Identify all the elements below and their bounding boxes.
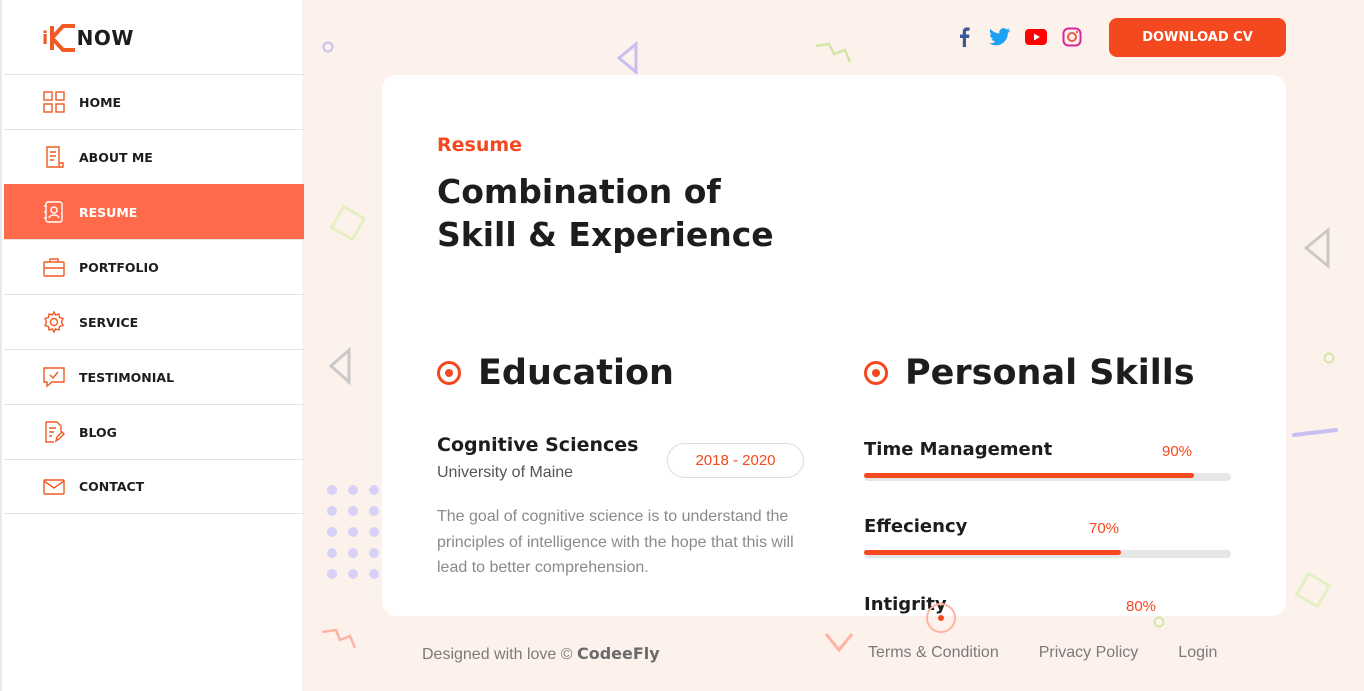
facebook-icon[interactable] [953, 26, 975, 48]
skill-percent: 80% [1126, 598, 1157, 615]
footer-credit: Designed with love © CodeeFly [422, 644, 660, 664]
nav-item-label: CONTACT [79, 479, 145, 494]
grid-icon [43, 91, 65, 113]
skill-progress-fill [864, 473, 1194, 478]
nav-item-testimonial[interactable]: TESTIMONIAL [4, 349, 304, 404]
page-title-line-1: Combination of [437, 172, 721, 211]
skills-title: Personal Skills [905, 353, 1195, 393]
education-years-badge: 2018 - 2020 [667, 443, 804, 478]
nav-item-blog[interactable]: BLOG [4, 404, 304, 459]
social-links [953, 26, 1083, 48]
mail-icon [43, 478, 65, 495]
section-eyebrow: Resume [437, 134, 523, 156]
briefcase-icon [43, 258, 65, 277]
nav-item-label: RESUME [79, 204, 138, 220]
skill-percent: 90% [1162, 443, 1193, 460]
footer-links: Terms & Condition Privacy Policy Login [868, 644, 1217, 662]
skill-item: Time Management 90% [864, 439, 1231, 481]
nav-item-label: TESTIMONIAL [79, 369, 175, 385]
skill-percent: 70% [1089, 520, 1120, 537]
nav-item-label: ABOUT ME [79, 149, 153, 165]
document-icon [46, 146, 64, 168]
main-nav: HOME ABOUT ME RESUME PORTFOLIO SERVICE T… [4, 74, 304, 514]
logo-i: i [42, 27, 49, 49]
youtube-icon[interactable] [1025, 26, 1047, 48]
page-title: Combination of Skill & Experience [437, 170, 857, 256]
page-title-line-2: Skill & Experience [437, 215, 774, 254]
footer-link-privacy[interactable]: Privacy Policy [1039, 644, 1139, 662]
nav-item-home[interactable]: HOME [4, 74, 304, 129]
education-degree: Cognitive Sciences [437, 434, 639, 456]
logo-now: NOW [76, 26, 134, 50]
edit-document-icon [45, 421, 65, 443]
chat-check-icon [43, 367, 65, 388]
skill-name: Intigrity [864, 594, 947, 615]
twitter-icon[interactable] [989, 26, 1011, 48]
skill-progress-fill [864, 550, 1121, 555]
scroll-top-icon[interactable] [925, 602, 957, 634]
logo-k-icon [49, 24, 75, 52]
nav-item-label: PORTFOLIO [79, 259, 159, 275]
nav-item-service[interactable]: SERVICE [4, 294, 304, 349]
footer-link-terms[interactable]: Terms & Condition [868, 644, 999, 662]
sidebar: i NOW HOME ABOUT ME RESUME PORTFOLIO SER… [0, 0, 304, 691]
logo[interactable]: i NOW [42, 20, 134, 56]
nav-item-portfolio[interactable]: PORTFOLIO [4, 239, 304, 294]
skill-progress-track [864, 550, 1231, 558]
contact-card-icon [44, 201, 63, 223]
nav-item-about-me[interactable]: ABOUT ME [4, 129, 304, 184]
resume-card: Resume Combination of Skill & Experience… [382, 75, 1286, 616]
footer-link-login[interactable]: Login [1178, 644, 1217, 662]
footer-credit-prefix: Designed with love © [422, 646, 573, 663]
education-school: University of Maine [437, 464, 574, 481]
education-description: The goal of cognitive science is to unde… [437, 508, 794, 576]
instagram-icon[interactable] [1061, 26, 1083, 48]
skill-name: Effeciency [864, 516, 968, 537]
nav-item-contact[interactable]: CONTACT [4, 459, 304, 514]
skill-progress-track [864, 473, 1231, 481]
nav-item-resume[interactable]: RESUME [4, 184, 304, 239]
footer-credit-name[interactable]: CodeeFly [577, 644, 660, 663]
nav-item-label: BLOG [79, 424, 117, 440]
education-heading: Education [437, 353, 674, 393]
nav-item-label: HOME [79, 94, 122, 110]
gear-icon [44, 310, 64, 334]
target-icon [864, 361, 888, 385]
target-icon [437, 361, 461, 385]
skill-item: Intigrity 80% [864, 594, 1231, 615]
download-cv-button[interactable]: DOWNLOAD CV [1109, 18, 1286, 57]
nav-item-label: SERVICE [79, 314, 139, 330]
skills-heading: Personal Skills [864, 353, 1195, 393]
skill-item: Effeciency 70% [864, 516, 1231, 558]
education-title: Education [478, 353, 674, 393]
